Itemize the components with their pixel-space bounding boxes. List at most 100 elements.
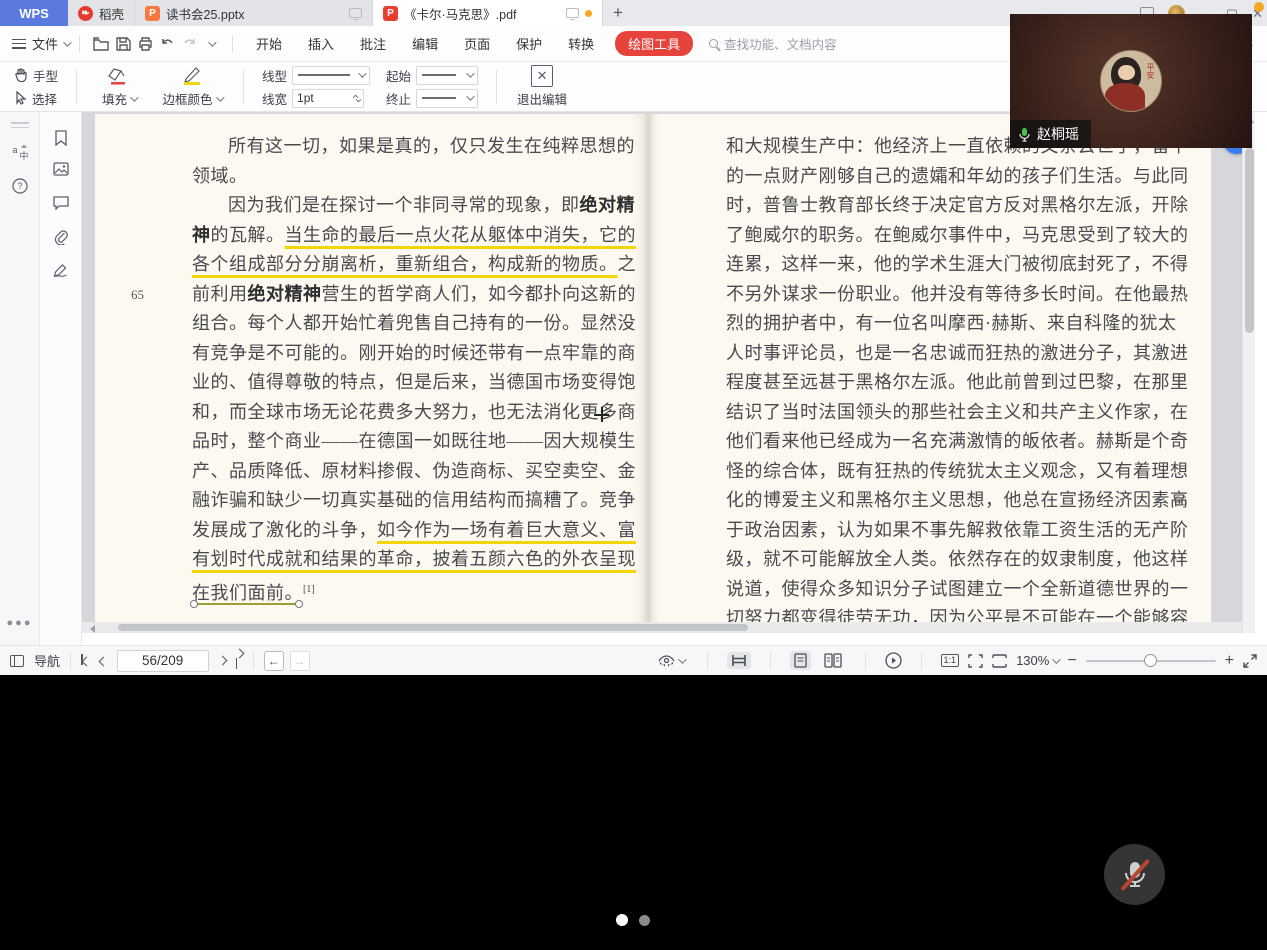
single-page-view-button[interactable] <box>790 651 811 670</box>
note-icon[interactable] <box>53 196 69 210</box>
view-back-button[interactable]: ← <box>264 651 284 671</box>
file-menu[interactable]: 文件 <box>0 34 69 53</box>
last-page-button[interactable] <box>236 650 243 672</box>
text-line: 各个组成部分分崩离析，重新组合，构成新的物质。之 <box>192 250 592 280</box>
two-page-view-button[interactable] <box>820 651 846 670</box>
wps-logo[interactable]: WPS <box>0 0 68 26</box>
hand-tool-button[interactable]: 手型 <box>14 66 58 85</box>
page-indicator-input[interactable]: 56/209 <box>117 650 209 672</box>
menu-item-comment[interactable]: 批注 <box>347 34 399 53</box>
text-line: 级，就不可能解放全人类。依然存在的奴隶制度，他这样 <box>726 545 1164 575</box>
chevron-down-icon <box>216 93 224 101</box>
fit-width-button[interactable] <box>992 654 1007 668</box>
menu-item-protect[interactable]: 保护 <box>503 34 555 53</box>
translate-icon[interactable]: a中 <box>11 144 28 161</box>
text-line: 说道，使得众多知识分子试图建立一个全新道德世界的一 <box>726 575 1164 605</box>
chevron-down-icon <box>63 38 71 46</box>
undo-icon[interactable] <box>156 37 178 50</box>
eye-protection-button[interactable] <box>654 653 688 669</box>
open-icon[interactable] <box>90 37 112 51</box>
actual-size-button[interactable]: 1:1 <box>941 654 960 667</box>
play-slideshow-button[interactable] <box>885 652 902 669</box>
zoom-slider-handle[interactable] <box>1144 654 1157 667</box>
annotation-rail <box>40 112 82 645</box>
text-line: 发展成了激化的斗争，如今作为一场有着巨大意义、富 <box>192 516 592 546</box>
fill-icon <box>106 65 132 87</box>
line-type-label: 线型 <box>262 66 287 85</box>
drawing-tools-tab[interactable]: 绘图工具 <box>615 31 693 56</box>
print-icon[interactable] <box>134 37 156 51</box>
zoom-in-button[interactable]: + <box>1225 652 1234 670</box>
menu-item-insert[interactable]: 插入 <box>295 34 347 53</box>
navigation-toggle[interactable]: 导航 <box>10 651 60 670</box>
annotation-handle[interactable] <box>190 600 198 608</box>
more-tools-icon[interactable]: ●●● <box>7 617 33 629</box>
page-text-right: 和大规模生产中：他经济上一直依赖的父亲去世了，留下的一点财产刚够自己的遗孀和年幼… <box>726 132 1164 633</box>
line-type-select[interactable] <box>292 66 370 85</box>
menu-item-convert[interactable]: 转换 <box>555 34 607 53</box>
horizontal-scroll-thumb[interactable] <box>118 624 748 631</box>
text-line: 品时，整个商业——在德国一如既往地——因大规模生 <box>192 427 592 457</box>
microphone-muted-button[interactable] <box>1104 844 1165 905</box>
pdf-page-left: 65 所有这一切，如果是真的，仅只发生在纯粹思想的领域。因为我们是在探讨一个非同… <box>95 114 648 630</box>
zoom-slider[interactable] <box>1086 660 1216 662</box>
scroll-left-icon[interactable] <box>90 625 95 633</box>
left-utility-rail: a中 ? ●●● <box>0 112 40 645</box>
image-icon[interactable] <box>53 162 69 176</box>
more-commands-icon[interactable] <box>200 41 222 47</box>
text-line: 前利用绝对精神营生的哲学商人们，如今都扑向这新的 <box>192 280 592 310</box>
border-color-button[interactable]: 边框颜色 <box>151 65 233 108</box>
vertical-scroll-thumb[interactable] <box>1245 148 1254 333</box>
save-icon[interactable] <box>112 37 134 51</box>
pager-dot[interactable] <box>639 915 650 926</box>
view-forward-button[interactable]: → <box>290 651 310 671</box>
annotation-handle[interactable] <box>295 600 303 608</box>
vertical-scrollbar[interactable] <box>1242 112 1255 633</box>
text-line: 不另外谋求一份职业。他并没有等待多长时间。在他最热 <box>726 280 1164 310</box>
arrow-end-label: 终止 <box>386 89 411 108</box>
signature-icon[interactable] <box>52 262 69 278</box>
search-input[interactable]: 查找功能、文档内容 <box>709 34 837 53</box>
help-icon[interactable]: ? <box>12 178 28 194</box>
fullscreen-button[interactable] <box>1243 654 1257 668</box>
tab-pdf-active[interactable]: P 《卡尔·马克思》.pdf <box>373 0 603 26</box>
menu-item-edit[interactable]: 编辑 <box>399 34 451 53</box>
chevron-down-icon <box>130 93 138 101</box>
attachment-icon[interactable] <box>53 229 68 245</box>
prev-page-button[interactable] <box>100 653 107 668</box>
document-viewport[interactable]: 65 所有这一切，如果是真的，仅只发生在纯粹思想的领域。因为我们是在探讨一个非同… <box>82 112 1255 633</box>
first-page-button[interactable] <box>81 653 90 668</box>
horizontal-scrollbar[interactable] <box>82 622 1242 633</box>
fit-page-button[interactable] <box>968 654 983 668</box>
participant-nametag: 赵桐瑶 <box>1010 120 1091 148</box>
text-line: 人时事评论员，也是一名忠诚而狂热的激进分子，其激进 <box>726 339 1164 369</box>
fit-width-mode-button[interactable] <box>727 652 751 669</box>
arrow-start-select[interactable] <box>416 66 478 85</box>
fill-color-button[interactable]: 填充 <box>87 65 151 108</box>
zoom-level-select[interactable]: 130% <box>1016 653 1058 668</box>
redo-icon[interactable] <box>178 37 200 50</box>
menu-item-page[interactable]: 页面 <box>451 34 503 53</box>
arrow-end-select[interactable] <box>416 89 478 108</box>
step-down-icon[interactable] <box>356 96 362 102</box>
text-line: 怪的综合体，既有狂热的传统犹太主义观念，又有着理想 <box>726 457 1164 487</box>
exit-edit-button[interactable]: ✕ 退出编辑 <box>507 65 577 108</box>
new-tab-button[interactable]: + <box>603 0 633 26</box>
arrow-start-label: 起始 <box>386 66 411 85</box>
zoom-out-button[interactable]: − <box>1067 652 1076 670</box>
selected-line-annotation[interactable] <box>195 603 298 605</box>
video-call-window[interactable]: 平安 赵桐瑶 <box>1010 14 1252 148</box>
text-line: 组合。每个人都开始忙着兜售自己持有的一份。显然没 <box>192 309 592 339</box>
tab-daoke[interactable]: ❧ 稻壳 <box>68 0 135 26</box>
pager-dot-active[interactable] <box>616 914 628 926</box>
line-width-stepper[interactable]: 1pt <box>292 89 364 108</box>
text-line: 产、品质降低、原材料掺假、伪造商标、买空卖空、金 <box>192 457 592 487</box>
next-page-button[interactable] <box>219 657 226 664</box>
cursor-icon <box>14 91 27 105</box>
tab-pptx[interactable]: P 读书会25.pptx <box>135 0 373 26</box>
select-tool-button[interactable]: 选择 <box>14 89 58 108</box>
bookmark-icon[interactable] <box>54 130 68 146</box>
text-line: 业的、值得尊敬的特点，但是后来，当德国市场变得饱 <box>192 368 592 398</box>
menu-item-start[interactable]: 开始 <box>243 34 295 53</box>
drag-handle-icon[interactable] <box>11 122 29 128</box>
